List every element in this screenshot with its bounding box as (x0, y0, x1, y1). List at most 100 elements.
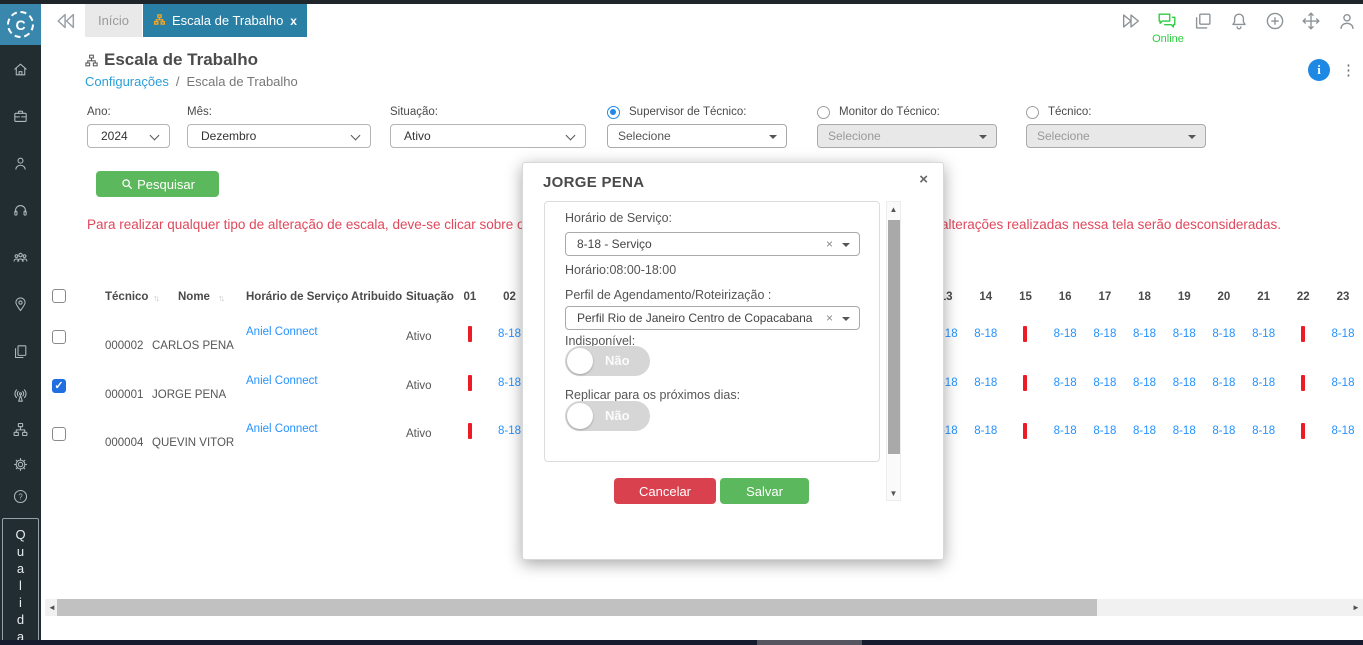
breadcrumb-configuracoes-link[interactable]: Configurações (85, 74, 169, 89)
clear-selection-icon[interactable]: × (826, 237, 833, 251)
modal-scrollbar-thumb[interactable] (887, 220, 900, 454)
day-header-23[interactable]: 23 (1323, 291, 1363, 303)
schedule-cell-link[interactable]: 8-18 (1212, 425, 1235, 437)
scroll-up-icon[interactable]: ▲ (887, 202, 900, 216)
app-logo[interactable]: C (0, 4, 41, 45)
chat-online-icon[interactable] (1156, 10, 1178, 32)
schedule-cell-link[interactable]: 8-18 (498, 328, 521, 340)
row-checkbox[interactable] (52, 427, 66, 441)
schedule-cell-link[interactable]: 8-18 (974, 425, 997, 437)
pages-icon[interactable] (0, 341, 41, 361)
schedule-cell-link[interactable]: 8-18 (1054, 425, 1077, 437)
notifications-bell-icon[interactable] (1228, 10, 1250, 32)
tab-inicio[interactable]: Início (85, 4, 142, 37)
radio-monitor[interactable] (817, 106, 830, 119)
day-header-16[interactable]: 16 (1045, 291, 1085, 303)
day-header-21[interactable]: 21 (1244, 291, 1284, 303)
schedule-cell-link[interactable]: 8-18 (1331, 425, 1354, 437)
user-icon[interactable] (0, 153, 41, 173)
fast-forward-icon[interactable] (1120, 10, 1142, 32)
horario-servico-link[interactable]: Aniel Connect (246, 375, 318, 387)
scroll-down-icon[interactable]: ▼ (887, 486, 900, 500)
salvar-button[interactable]: Salvar (720, 478, 809, 504)
schedule-cell-link[interactable]: 8-18 (1133, 328, 1156, 340)
sort-nome-icon[interactable]: ↑↓ (218, 293, 225, 303)
row-checkbox[interactable]: ✓ (52, 378, 66, 393)
schedule-cell-link[interactable]: 8-18 (1093, 425, 1116, 437)
broadcast-icon[interactable] (0, 385, 41, 405)
sort-horario-icon[interactable]: ↑↓ (385, 293, 392, 303)
day-header-01[interactable]: 01 (450, 291, 490, 303)
schedule-cell-link[interactable]: 8-18 (1173, 328, 1196, 340)
schedule-cell-link[interactable]: 8-18 (498, 377, 521, 389)
map-pin-icon[interactable] (0, 294, 41, 314)
situacao-select[interactable]: Ativo (390, 124, 586, 148)
modal-close-icon[interactable]: × (919, 171, 928, 188)
schedule-cell-link[interactable]: 8-18 (1173, 377, 1196, 389)
profile-icon[interactable] (1336, 10, 1358, 32)
schedule-cell-link[interactable]: 8-18 (1212, 377, 1235, 389)
horario-servico-select[interactable]: 8-18 - Serviço × (565, 232, 860, 256)
kebab-menu-icon[interactable]: ⋮ (1341, 61, 1356, 79)
schedule-cell-link[interactable]: 8-18 (1331, 377, 1354, 389)
radio-tecnico[interactable] (1026, 106, 1039, 119)
day-header-14[interactable]: 14 (966, 291, 1006, 303)
move-icon[interactable] (1300, 10, 1322, 32)
day-header-20[interactable]: 20 (1204, 291, 1244, 303)
horizontal-scrollbar[interactable]: ◄ ► (45, 599, 1363, 616)
help-icon[interactable]: ? (0, 486, 41, 506)
monitor-select[interactable]: Selecione (817, 124, 997, 148)
perfil-select[interactable]: Perfil Rio de Janeiro Centro de Copacaba… (565, 306, 860, 330)
tab-escala-de-trabalho[interactable]: Escala de Trabalho x (143, 4, 307, 37)
schedule-cell-link[interactable]: 8-18 (1212, 328, 1235, 340)
briefcase-icon[interactable] (0, 106, 41, 126)
day-header-19[interactable]: 19 (1164, 291, 1204, 303)
schedule-cell-link[interactable]: 8-18 (1054, 328, 1077, 340)
clear-selection-icon[interactable]: × (826, 311, 833, 325)
pesquisar-button[interactable]: Pesquisar (96, 171, 219, 197)
schedule-cell-link[interactable]: 8-18 (1133, 377, 1156, 389)
schedule-cell-link[interactable]: 8-18 (1252, 328, 1275, 340)
day-header-15[interactable]: 15 (1006, 291, 1046, 303)
info-button[interactable]: i (1308, 59, 1330, 81)
row-checkbox[interactable] (52, 330, 66, 344)
indisponivel-toggle[interactable]: Não (565, 346, 650, 376)
col-nome[interactable]: Nome (178, 291, 210, 303)
schedule-cell-link[interactable]: 8-18 (1252, 425, 1275, 437)
col-horario[interactable]: Horário de Serviço Atribuido (246, 291, 402, 303)
schedule-cell-link[interactable]: 8-18 (974, 328, 997, 340)
horizontal-scrollbar-thumb[interactable] (57, 599, 1097, 616)
horario-servico-link[interactable]: Aniel Connect (246, 423, 318, 435)
day-header-17[interactable]: 17 (1085, 291, 1125, 303)
radio-supervisor[interactable] (607, 106, 620, 119)
headset-icon[interactable] (0, 200, 41, 220)
quality-vertical-banner[interactable]: Qualidade (2, 518, 39, 645)
home-icon[interactable] (0, 59, 41, 79)
schedule-cell-link[interactable]: 8-18 (1093, 328, 1116, 340)
mes-select[interactable]: Dezembro (187, 124, 371, 148)
schedule-cell-link[interactable]: 8-18 (974, 377, 997, 389)
replicar-toggle[interactable]: Não (565, 401, 650, 431)
sort-tecnico-icon[interactable]: ↑↓ (153, 293, 160, 303)
gear-icon[interactable] (0, 454, 41, 474)
day-header-22[interactable]: 22 (1283, 291, 1323, 303)
schedule-cell-link[interactable]: 8-18 (1173, 425, 1196, 437)
team-icon[interactable] (0, 247, 41, 267)
copy-windows-icon[interactable] (1192, 10, 1214, 32)
add-circle-icon[interactable] (1264, 10, 1286, 32)
sitemap-icon[interactable] (0, 419, 41, 439)
schedule-cell-link[interactable]: 8-18 (1133, 425, 1156, 437)
col-tecnico[interactable]: Técnico (105, 291, 148, 303)
ano-select[interactable]: 2024 (87, 124, 170, 148)
scroll-right-icon[interactable]: ► (1350, 599, 1362, 616)
schedule-cell-link[interactable]: 8-18 (498, 425, 521, 437)
day-header-18[interactable]: 18 (1125, 291, 1165, 303)
tab-close-icon[interactable]: x (290, 14, 297, 28)
tecnico-select[interactable]: Selecione (1026, 124, 1206, 148)
horario-servico-link[interactable]: Aniel Connect (246, 326, 318, 338)
schedule-cell-link[interactable]: 8-18 (1252, 377, 1275, 389)
schedule-cell-link[interactable]: 8-18 (1331, 328, 1354, 340)
collapse-tabs-icon[interactable] (55, 10, 81, 32)
supervisor-select[interactable]: Selecione (607, 124, 787, 148)
select-all-checkbox[interactable] (52, 289, 66, 303)
